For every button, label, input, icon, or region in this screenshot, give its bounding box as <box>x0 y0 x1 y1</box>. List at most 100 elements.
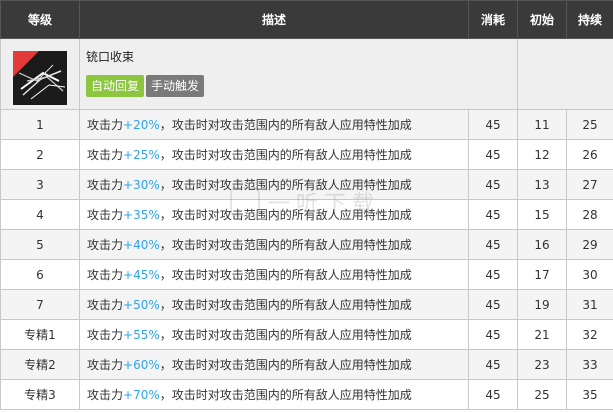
desc-percent: +60% <box>123 358 160 372</box>
cell-desc: 攻击力+35%，攻击时对攻击范围内的所有敌人应用特性加成 <box>79 199 469 230</box>
skill-icon-cell <box>0 38 80 110</box>
desc-suffix: ，攻击时对攻击范围内的所有敌人应用特性加成 <box>159 118 412 132</box>
cell-cost: 45 <box>468 289 518 320</box>
cell-init: 16 <box>517 229 567 260</box>
cell-init: 21 <box>517 319 567 350</box>
desc-suffix: ，攻击时对攻击范围内的所有敌人应用特性加成 <box>159 238 412 252</box>
cell-duration: 32 <box>566 319 613 350</box>
table-row: 1 攻击力+20%，攻击时对攻击范围内的所有敌人应用特性加成 45 11 25 <box>0 109 613 140</box>
col-level: 等级 <box>0 0 80 39</box>
desc-prefix: 攻击力 <box>87 358 124 372</box>
cell-desc: 攻击力+40%，攻击时对攻击范围内的所有敌人应用特性加成 <box>79 229 469 260</box>
table-row: 2 攻击力+25%，攻击时对攻击范围内的所有敌人应用特性加成 45 12 26 <box>0 139 613 170</box>
desc-suffix: ，攻击时对攻击范围内的所有敌人应用特性加成 <box>159 388 412 402</box>
skill-tags: 自动回复 手动触发 <box>86 75 517 97</box>
desc-prefix: 攻击力 <box>87 208 124 222</box>
desc-suffix: ，攻击时对攻击范围内的所有敌人应用特性加成 <box>159 328 412 342</box>
cell-cost: 45 <box>468 169 518 200</box>
desc-percent: +30% <box>123 178 160 192</box>
cell-desc: 攻击力+60%，攻击时对攻击范围内的所有敌人应用特性加成 <box>79 349 469 380</box>
cell-init: 11 <box>517 109 567 140</box>
col-init: 初始 <box>517 0 567 39</box>
table-row: 4 攻击力+35%，攻击时对攻击范围内的所有敌人应用特性加成 45 15 28 <box>0 199 613 230</box>
cell-level: 3 <box>0 169 80 200</box>
cell-desc: 攻击力+25%，攻击时对攻击范围内的所有敌人应用特性加成 <box>79 139 469 170</box>
table-row: 专精3 攻击力+70%，攻击时对攻击范围内的所有敌人应用特性加成 45 25 35 <box>0 379 613 410</box>
desc-suffix: ，攻击时对攻击范围内的所有敌人应用特性加成 <box>159 148 412 162</box>
cell-level: 专精1 <box>0 319 80 350</box>
desc-prefix: 攻击力 <box>87 118 124 132</box>
cell-init: 17 <box>517 259 567 290</box>
skill-table: 铳口收束 自动回复 手动触发 等级 描述 消耗 初始 持续 1 攻击力+20%，攻击… <box>0 0 613 410</box>
cell-desc: 攻击力+20%，攻击时对攻击范围内的所有敌人应用特性加成 <box>79 109 469 140</box>
cell-cost: 45 <box>468 229 518 260</box>
desc-percent: +20% <box>123 118 160 132</box>
cell-duration: 33 <box>566 349 613 380</box>
cell-duration: 31 <box>566 289 613 320</box>
table-row: 7 攻击力+50%，攻击时对攻击范围内的所有敌人应用特性加成 45 19 31 <box>0 289 613 320</box>
desc-suffix: ，攻击时对攻击范围内的所有敌人应用特性加成 <box>159 208 412 222</box>
desc-suffix: ，攻击时对攻击范围内的所有敌人应用特性加成 <box>159 298 412 312</box>
desc-percent: +35% <box>123 208 160 222</box>
desc-prefix: 攻击力 <box>87 328 124 342</box>
cell-init: 25 <box>517 379 567 410</box>
col-cost: 消耗 <box>468 0 518 39</box>
desc-suffix: ，攻击时对攻击范围内的所有敌人应用特性加成 <box>159 268 412 282</box>
cell-level: 1 <box>0 109 80 140</box>
cell-desc: 攻击力+55%，攻击时对攻击范围内的所有敌人应用特性加成 <box>79 319 469 350</box>
cell-desc: 攻击力+45%，攻击时对攻击范围内的所有敌人应用特性加成 <box>79 259 469 290</box>
table-row: 专精2 攻击力+60%，攻击时对攻击范围内的所有敌人应用特性加成 45 23 33 <box>0 349 613 380</box>
table-row: 5 攻击力+40%，攻击时对攻击范围内的所有敌人应用特性加成 45 16 29 <box>0 229 613 260</box>
cell-cost: 45 <box>468 139 518 170</box>
desc-suffix: ，攻击时对攻击范围内的所有敌人应用特性加成 <box>159 358 412 372</box>
cell-level: 专精3 <box>0 379 80 410</box>
cell-duration: 26 <box>566 139 613 170</box>
skill-panel: 铳口收束 自动回复 手动触发 等级 描述 消耗 初始 持续 1 攻击力+20%，攻击… <box>0 0 613 413</box>
cell-duration: 35 <box>566 379 613 410</box>
cell-duration: 25 <box>566 109 613 140</box>
cell-desc: 攻击力+70%，攻击时对攻击范围内的所有敌人应用特性加成 <box>79 379 469 410</box>
cell-duration: 29 <box>566 229 613 260</box>
cell-level: 2 <box>0 139 80 170</box>
table-row: 专精1 攻击力+55%，攻击时对攻击范围内的所有敌人应用特性加成 45 21 32 <box>0 319 613 350</box>
cell-duration: 27 <box>566 169 613 200</box>
desc-suffix: ，攻击时对攻击范围内的所有敌人应用特性加成 <box>159 178 412 192</box>
skill-tag: 自动回复 <box>86 75 145 97</box>
cell-init: 13 <box>517 169 567 200</box>
cell-level: 7 <box>0 289 80 320</box>
cell-level: 4 <box>0 199 80 230</box>
cell-init: 12 <box>517 139 567 170</box>
desc-percent: +45% <box>123 268 160 282</box>
table-row: 6 攻击力+45%，攻击时对攻击范围内的所有敌人应用特性加成 45 17 30 <box>0 259 613 290</box>
cell-duration: 28 <box>566 199 613 230</box>
cell-level: 5 <box>0 229 80 260</box>
header-blank <box>517 38 613 110</box>
cell-duration: 30 <box>566 259 613 290</box>
skill-burst-icon <box>13 51 67 105</box>
cell-init: 23 <box>517 349 567 380</box>
desc-percent: +50% <box>123 298 160 312</box>
cell-cost: 45 <box>468 259 518 290</box>
desc-prefix: 攻击力 <box>87 238 124 252</box>
desc-percent: +40% <box>123 238 160 252</box>
col-desc: 描述 <box>79 0 469 39</box>
cell-init: 15 <box>517 199 567 230</box>
cell-init: 19 <box>517 289 567 320</box>
cell-cost: 45 <box>468 109 518 140</box>
desc-prefix: 攻击力 <box>87 268 124 282</box>
cell-desc: 攻击力+50%，攻击时对攻击范围内的所有敌人应用特性加成 <box>79 289 469 320</box>
cell-desc: 攻击力+30%，攻击时对攻击范围内的所有敌人应用特性加成 <box>79 169 469 200</box>
desc-prefix: 攻击力 <box>87 148 124 162</box>
cell-level: 专精2 <box>0 349 80 380</box>
desc-prefix: 攻击力 <box>87 178 124 192</box>
desc-prefix: 攻击力 <box>87 298 124 312</box>
cell-level: 6 <box>0 259 80 290</box>
cell-cost: 45 <box>468 379 518 410</box>
desc-percent: +55% <box>123 328 160 342</box>
col-duration: 持续 <box>566 0 613 39</box>
table-row: 3 攻击力+30%，攻击时对攻击范围内的所有敌人应用特性加成 45 13 27 <box>0 169 613 200</box>
desc-percent: +25% <box>123 148 160 162</box>
skill-name: 铳口收束 <box>86 50 135 64</box>
cell-cost: 45 <box>468 319 518 350</box>
cell-cost: 45 <box>468 199 518 230</box>
